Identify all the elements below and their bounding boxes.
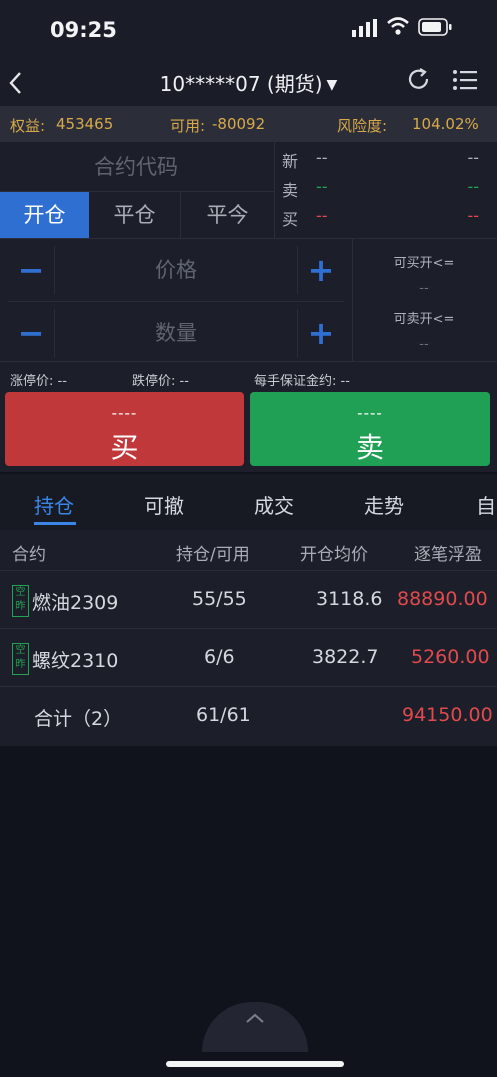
cellular-signal-icon (352, 19, 377, 37)
quantity-stepper: − 数量 + (8, 309, 344, 357)
col-avg-price: 开仓均价 (300, 545, 368, 565)
limit-info: 涨停价: -- 跌停价: -- 每手保证金约: -- (0, 368, 497, 390)
quote-row-bid: 买 -- -- (282, 206, 479, 229)
empty-area (0, 746, 497, 1046)
account-summary: 权益: 453465 可用: -80092 风险度: 104.02% (0, 106, 497, 142)
row-qty: 55/55 (192, 588, 247, 610)
position-mode-tabs: 开仓 平仓 平今 (0, 192, 272, 239)
can-buy-info: 可买开<= -- (393, 256, 455, 296)
price-plus-button[interactable]: + (298, 246, 344, 294)
divider (274, 142, 275, 239)
row-qty: 6/6 (204, 646, 235, 668)
refresh-icon[interactable] (406, 67, 432, 93)
row-avg-price: 3822.7 (312, 646, 379, 668)
quantity-minus-button[interactable]: − (8, 309, 54, 357)
menu-list-icon[interactable] (452, 68, 478, 92)
tab-trend[interactable]: 走势 (364, 490, 404, 519)
table-row[interactable]: 空昨 螺纹2310 6/6 3822.7 5260.00 (0, 628, 497, 686)
total-qty: 61/61 (196, 704, 251, 726)
divider (0, 361, 497, 362)
quote-row-last: 新 -- -- (282, 148, 479, 171)
equity-label: 权益: (10, 117, 46, 135)
total-label: 合计（2） (34, 708, 123, 730)
tab-close[interactable]: 平仓 (89, 192, 181, 239)
price-input[interactable]: 价格 (54, 246, 298, 294)
col-qty: 持仓/可用 (176, 545, 250, 565)
row-contract: 燃油2309 (32, 592, 119, 614)
buy-button[interactable]: ---- 买 (5, 392, 244, 466)
table-header: 合约 持仓/可用 开仓均价 逐笔浮盈 (0, 530, 497, 570)
margin-per-lot: 每手保证金约: -- (254, 374, 350, 389)
divider (0, 238, 497, 239)
risk-label: 风险度: (337, 117, 388, 135)
table-row[interactable]: 空昨 燃油2309 55/55 3118.6 88890.00 (0, 570, 497, 628)
wifi-icon (387, 17, 409, 35)
status-time: 09:25 (50, 18, 117, 42)
tab-close-today[interactable]: 平今 (181, 192, 274, 239)
position-tag: 空昨 (12, 585, 29, 617)
limit-down: 跌停价: -- (132, 374, 189, 389)
row-pnl: 88890.00 (397, 588, 488, 610)
quote-row-ask: 卖 -- -- (282, 177, 479, 200)
limit-up: 涨停价: -- (10, 374, 67, 389)
home-indicator[interactable] (166, 1061, 344, 1067)
quantity-input[interactable]: 数量 (54, 309, 298, 357)
available-value: -80092 (212, 115, 266, 133)
risk-value: 104.02% (412, 115, 479, 133)
tab-custom[interactable]: 自 (476, 490, 496, 519)
position-tag: 空昨 (12, 643, 29, 675)
can-sell-info: 可卖开<= -- (393, 312, 455, 352)
row-pnl: 5260.00 (411, 646, 490, 668)
table-total-row: 合计（2） 61/61 94150.00 (0, 686, 497, 746)
quantity-plus-button[interactable]: + (298, 309, 344, 357)
battery-icon (418, 18, 452, 36)
chevron-up-icon (246, 1013, 264, 1023)
sell-button[interactable]: ---- 卖 (250, 392, 490, 466)
price-minus-button[interactable]: − (8, 246, 54, 294)
dropdown-triangle-icon: ▼ (326, 77, 338, 93)
account-name: 10*****07 (期货) (159, 72, 323, 96)
divider (8, 301, 344, 302)
equity-value: 453465 (56, 115, 114, 133)
col-contract: 合约 (12, 545, 46, 565)
row-contract: 螺纹2310 (32, 650, 119, 672)
active-tab-indicator (34, 522, 76, 525)
quote-panel: 新 -- -- 卖 -- -- 买 -- -- (282, 146, 487, 233)
col-pnl: 逐笔浮盈 (414, 545, 482, 565)
tab-trades[interactable]: 成交 (254, 490, 294, 519)
tab-open[interactable]: 开仓 (0, 192, 89, 239)
price-stepper: − 价格 + (8, 246, 344, 294)
row-avg-price: 3118.6 (316, 588, 383, 610)
tab-positions[interactable]: 持仓 (34, 490, 74, 519)
divider (352, 239, 353, 361)
contract-code-input[interactable]: 合约代码 (0, 142, 272, 192)
available-label: 可用: (170, 117, 206, 135)
tab-cancellable[interactable]: 可撤 (144, 490, 184, 519)
total-pnl: 94150.00 (402, 704, 493, 726)
